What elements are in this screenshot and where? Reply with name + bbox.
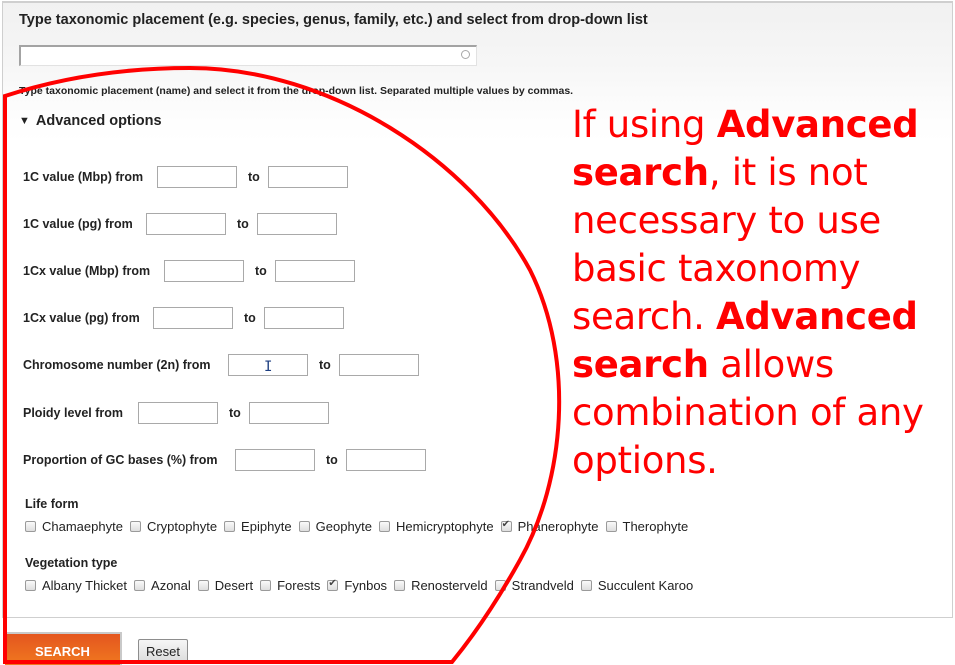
checkbox[interactable] (25, 521, 36, 532)
checkbox-checked[interactable] (500, 519, 512, 532)
vegetation-type-title: Vegetation type (25, 556, 118, 570)
checkbox[interactable] (394, 580, 406, 591)
advanced-options-toggle[interactable]: ▼ Advanced options (19, 113, 162, 129)
checkbox[interactable] (129, 521, 141, 532)
checkbox-option[interactable]: Albany Thicket (25, 578, 127, 593)
checkbox-label: Fynbos (344, 578, 388, 593)
vegetation-type-checkboxes: Albany Thicket Azonal Desert Forests Fynbos R… (25, 578, 700, 593)
range-from-input[interactable] (138, 402, 218, 424)
taxonomy-field-label: Type taxonomic placement (e.g. species, … (19, 12, 648, 28)
checkbox-option[interactable]: Hemicryptophyte (379, 519, 494, 534)
range-to-label: to (248, 170, 260, 184)
range-to-label: to (237, 217, 249, 231)
range-from-input[interactable] (153, 307, 233, 329)
triangle-down-icon: ▼ (19, 115, 30, 127)
range-row: 1Cx value (pg) from to (23, 307, 344, 329)
checkbox-option[interactable]: Succulent Karoo (580, 578, 694, 593)
checkbox[interactable] (298, 521, 310, 532)
checkbox-label: Azonal (151, 578, 191, 593)
range-from-input[interactable] (146, 213, 226, 235)
checkbox-label: Succulent Karoo (597, 578, 694, 593)
checkbox[interactable] (134, 580, 146, 591)
range-to-input[interactable] (249, 402, 329, 424)
range-row: Chromosome number (2n) from to (23, 354, 419, 376)
checkbox-label: Therophyte (622, 519, 689, 534)
range-label: Chromosome number (2n) from (23, 358, 211, 372)
range-row: 1C value (pg) from to (23, 213, 337, 235)
range-to-input[interactable] (268, 166, 348, 188)
range-to-input[interactable] (346, 449, 426, 471)
range-from-input[interactable] (235, 449, 315, 471)
checkbox-option[interactable]: Fynbos (327, 578, 387, 593)
range-label: 1Cx value (Mbp) from (23, 264, 151, 278)
checkbox[interactable] (25, 580, 36, 591)
checkbox-label: Phanerophyte (517, 519, 599, 534)
life-form-checkboxes: Chamaephyte Cryptophyte Epiphyte Geophyte He… (25, 519, 695, 534)
range-row: Ploidy level from to (23, 402, 329, 424)
range-to-input[interactable] (264, 307, 344, 329)
checkbox-label: Desert (214, 578, 254, 593)
checkbox[interactable] (605, 521, 617, 532)
checkbox-label: Forests (277, 578, 321, 593)
life-form-title: Life form (25, 497, 79, 511)
range-label: 1C value (pg) from (23, 217, 133, 231)
checkbox-option[interactable]: Phanerophyte (500, 519, 599, 534)
checkbox[interactable] (224, 521, 236, 532)
checkbox-label: Renosterveld (411, 578, 488, 593)
checkbox-option[interactable]: Desert (197, 578, 254, 593)
range-to-input[interactable] (257, 213, 337, 235)
checkbox-label: Chamaephyte (42, 519, 123, 534)
checkbox-option[interactable]: Cryptophyte (129, 519, 218, 534)
checkbox-label: Strandveld (511, 578, 574, 593)
checkbox-option[interactable]: Chamaephyte (25, 519, 123, 534)
taxonomy-autocomplete-input[interactable] (19, 45, 477, 66)
range-to-label: to (229, 406, 241, 420)
range-row: 1Cx value (Mbp) from to (23, 260, 355, 282)
range-to-label: to (255, 264, 267, 278)
range-label: Ploidy level from (23, 406, 124, 420)
annotation-text: If using (572, 103, 717, 146)
range-label: 1Cx value (pg) from (23, 311, 140, 325)
checkbox-label: Cryptophyte (146, 519, 218, 534)
checkbox-checked[interactable] (327, 578, 339, 591)
checkbox[interactable] (260, 580, 272, 591)
range-to-input[interactable] (275, 260, 355, 282)
checkbox-label: Epiphyte (241, 519, 292, 534)
advanced-options-label: Advanced options (35, 113, 162, 129)
range-from-input[interactable] (164, 260, 244, 282)
range-to-label: to (326, 453, 338, 467)
range-row: Proportion of GC bases (%) from to (23, 449, 426, 471)
checkbox-option[interactable]: Geophyte (298, 519, 373, 534)
checkbox-label: Albany Thicket (42, 578, 128, 593)
checkbox-option[interactable]: Epiphyte (224, 519, 292, 534)
checkbox-option[interactable]: Therophyte (605, 519, 689, 534)
search-button[interactable]: SEARCH (5, 632, 122, 665)
checkbox-option[interactable]: Forests (260, 578, 320, 593)
checkbox[interactable] (379, 521, 391, 532)
range-from-input[interactable] (157, 166, 237, 188)
reset-button[interactable]: Reset (138, 639, 188, 663)
checkbox-option[interactable]: Strandveld (494, 578, 574, 593)
autocomplete-throbber-icon (461, 50, 470, 59)
range-to-input[interactable] (339, 354, 419, 376)
checkbox-label: Geophyte (315, 519, 373, 534)
checkbox-label: Hemicryptophyte (396, 519, 494, 534)
range-to-label: to (319, 358, 331, 372)
checkbox-option[interactable]: Renosterveld (394, 578, 488, 593)
checkbox[interactable] (494, 580, 506, 591)
range-label: 1C value (Mbp) from (23, 170, 144, 184)
checkbox-option[interactable]: Azonal (134, 578, 191, 593)
range-to-label: to (244, 311, 256, 325)
checkbox[interactable] (197, 580, 209, 591)
text-cursor-icon: I (264, 359, 273, 375)
range-label: Proportion of GC bases (%) from (23, 453, 218, 467)
annotation-note: If using Advanced search, it is not nece… (572, 101, 932, 485)
range-row: 1C value (Mbp) from to (23, 166, 348, 188)
taxonomy-field-help: Type taxonomic placement (name) and sele… (19, 85, 574, 97)
checkbox[interactable] (580, 580, 592, 591)
